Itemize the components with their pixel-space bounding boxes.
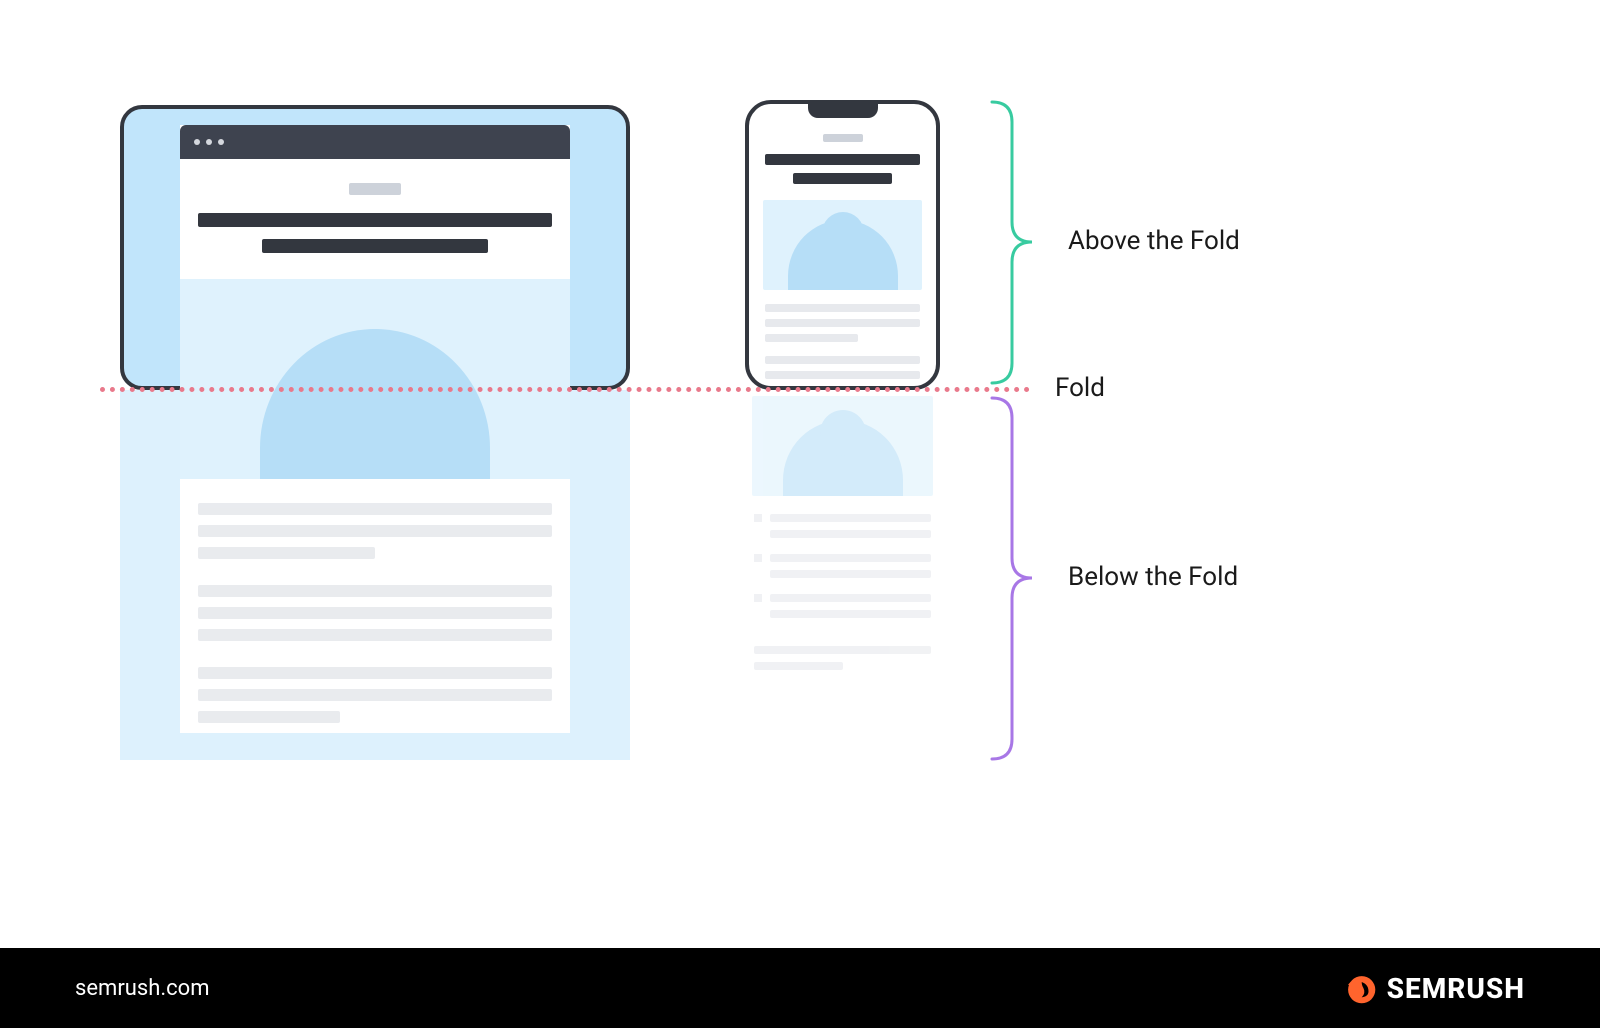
paragraph-line	[198, 525, 552, 537]
paragraph-line	[754, 646, 931, 654]
paragraph-line	[754, 662, 843, 670]
above-fold-label: Above the Fold	[1068, 226, 1240, 256]
window-dot-icon	[218, 139, 224, 145]
headline-placeholder	[765, 154, 920, 165]
paragraph-line	[198, 585, 552, 597]
paragraph-line	[765, 319, 920, 327]
list-item	[754, 514, 931, 522]
paragraph-line	[770, 570, 931, 578]
hero-image-placeholder	[820, 410, 866, 456]
paragraph-line	[198, 711, 340, 723]
eyebrow-placeholder	[349, 183, 401, 195]
desktop-header-block	[180, 159, 570, 253]
paragraph-line	[770, 610, 931, 618]
mobile-hero	[763, 200, 922, 290]
list-item	[754, 554, 931, 562]
subheadline-placeholder	[262, 239, 489, 253]
brand-lockup: SEMRUSH	[1343, 971, 1525, 1005]
list-item	[754, 594, 931, 602]
paragraph-line	[770, 530, 931, 538]
bullet-icon	[754, 594, 762, 602]
mobile-below-fold	[752, 396, 933, 680]
bullet-icon	[754, 554, 762, 562]
semrush-fire-icon	[1343, 971, 1377, 1005]
mobile-list-block	[752, 496, 933, 670]
below-fold-bracket	[988, 396, 1038, 761]
browser-titlebar	[180, 125, 570, 159]
hero-image-placeholder	[335, 329, 415, 409]
brand-name: SEMRUSH	[1387, 972, 1525, 1005]
paragraph-line	[765, 371, 920, 379]
window-dot-icon	[206, 139, 212, 145]
paragraph-line	[198, 689, 552, 701]
desktop-body-text	[180, 479, 570, 723]
mobile-device-frame	[745, 100, 940, 390]
paragraph-line	[765, 304, 920, 312]
footer-bar: semrush.com SEMRUSH	[0, 948, 1600, 1028]
above-fold-bracket	[988, 100, 1038, 385]
paragraph-line	[198, 547, 375, 559]
eyebrow-placeholder	[823, 134, 863, 142]
desktop-page	[180, 125, 570, 733]
paragraph-line	[198, 667, 552, 679]
footer-url: semrush.com	[75, 976, 210, 1001]
fold-label: Fold	[1055, 373, 1105, 403]
paragraph-line	[198, 629, 552, 641]
below-fold-label: Below the Fold	[1068, 562, 1238, 592]
subheadline-placeholder	[793, 173, 892, 184]
paragraph-line	[765, 356, 920, 364]
bullet-icon	[754, 514, 762, 522]
hero-image-placeholder	[822, 212, 864, 254]
mobile-body-text	[749, 290, 936, 379]
headline-placeholder	[198, 213, 552, 227]
paragraph-line	[765, 334, 858, 342]
paragraph-line	[198, 503, 552, 515]
window-dot-icon	[194, 139, 200, 145]
paragraph-line	[198, 607, 552, 619]
mobile-hero-2	[752, 396, 933, 496]
desktop-hero	[180, 279, 570, 479]
phone-notch	[808, 102, 878, 118]
fold-line	[100, 387, 1030, 392]
